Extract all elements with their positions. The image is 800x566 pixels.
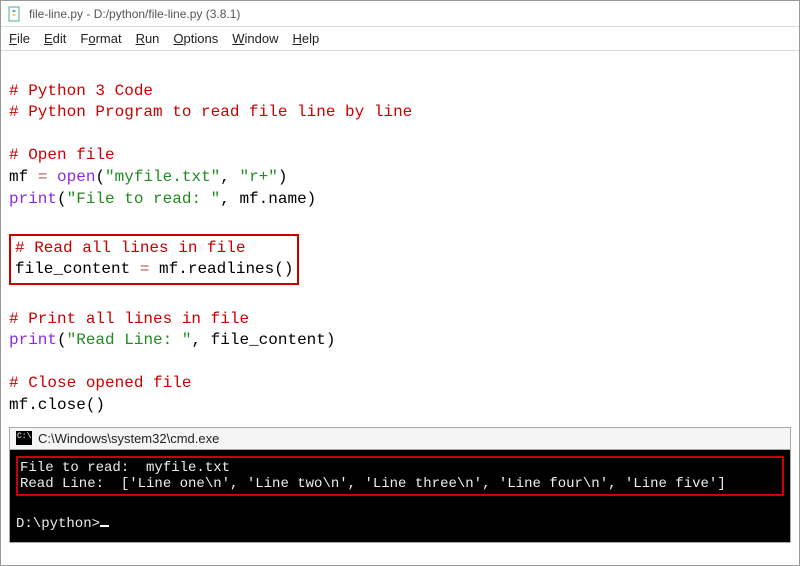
console-output[interactable]: File to read: myfile.txt Read Line: ['Li… [9, 449, 791, 543]
menu-bar: File Edit Format Run Options Window Help [1, 27, 799, 51]
code-comment: # Python Program to read file line by li… [9, 103, 412, 121]
highlighted-code-block: # Read all lines in file file_content = … [9, 234, 299, 285]
code-comment: # Print all lines in file [9, 310, 249, 328]
console-output-highlight: File to read: myfile.txt Read Line: ['Li… [16, 456, 784, 496]
code-comment: # Python 3 Code [9, 82, 153, 100]
cmd-icon [16, 431, 32, 445]
menu-run[interactable]: Run [136, 31, 160, 46]
menu-options[interactable]: Options [173, 31, 218, 46]
console-title-bar: C:\Windows\system32\cmd.exe [9, 427, 791, 449]
code-comment: # Close opened file [9, 374, 191, 392]
console-panel: C:\Windows\system32\cmd.exe File to read… [1, 427, 799, 549]
menu-file[interactable]: File [9, 31, 30, 46]
menu-format[interactable]: Format [80, 31, 121, 46]
code-line: print("File to read: ", mf.name) [9, 190, 316, 208]
python-file-icon [7, 6, 23, 22]
menu-edit[interactable]: Edit [44, 31, 66, 46]
code-editor[interactable]: # Python 3 Code # Python Program to read… [1, 51, 799, 421]
console-title-text: C:\Windows\system32\cmd.exe [38, 431, 219, 446]
menu-window[interactable]: Window [232, 31, 278, 46]
console-prompt: D:\python> [16, 516, 100, 532]
window-title: file-line.py - D:/python/file-line.py (3… [29, 7, 240, 21]
menu-help[interactable]: Help [293, 31, 320, 46]
code-line: mf = open("myfile.txt", "r+") [9, 168, 287, 186]
title-bar: file-line.py - D:/python/file-line.py (3… [1, 1, 799, 27]
code-comment: # Open file [9, 146, 115, 164]
code-line: print("Read Line: ", file_content) [9, 331, 335, 349]
code-line: mf.close() [9, 396, 105, 414]
console-cursor [100, 525, 109, 527]
